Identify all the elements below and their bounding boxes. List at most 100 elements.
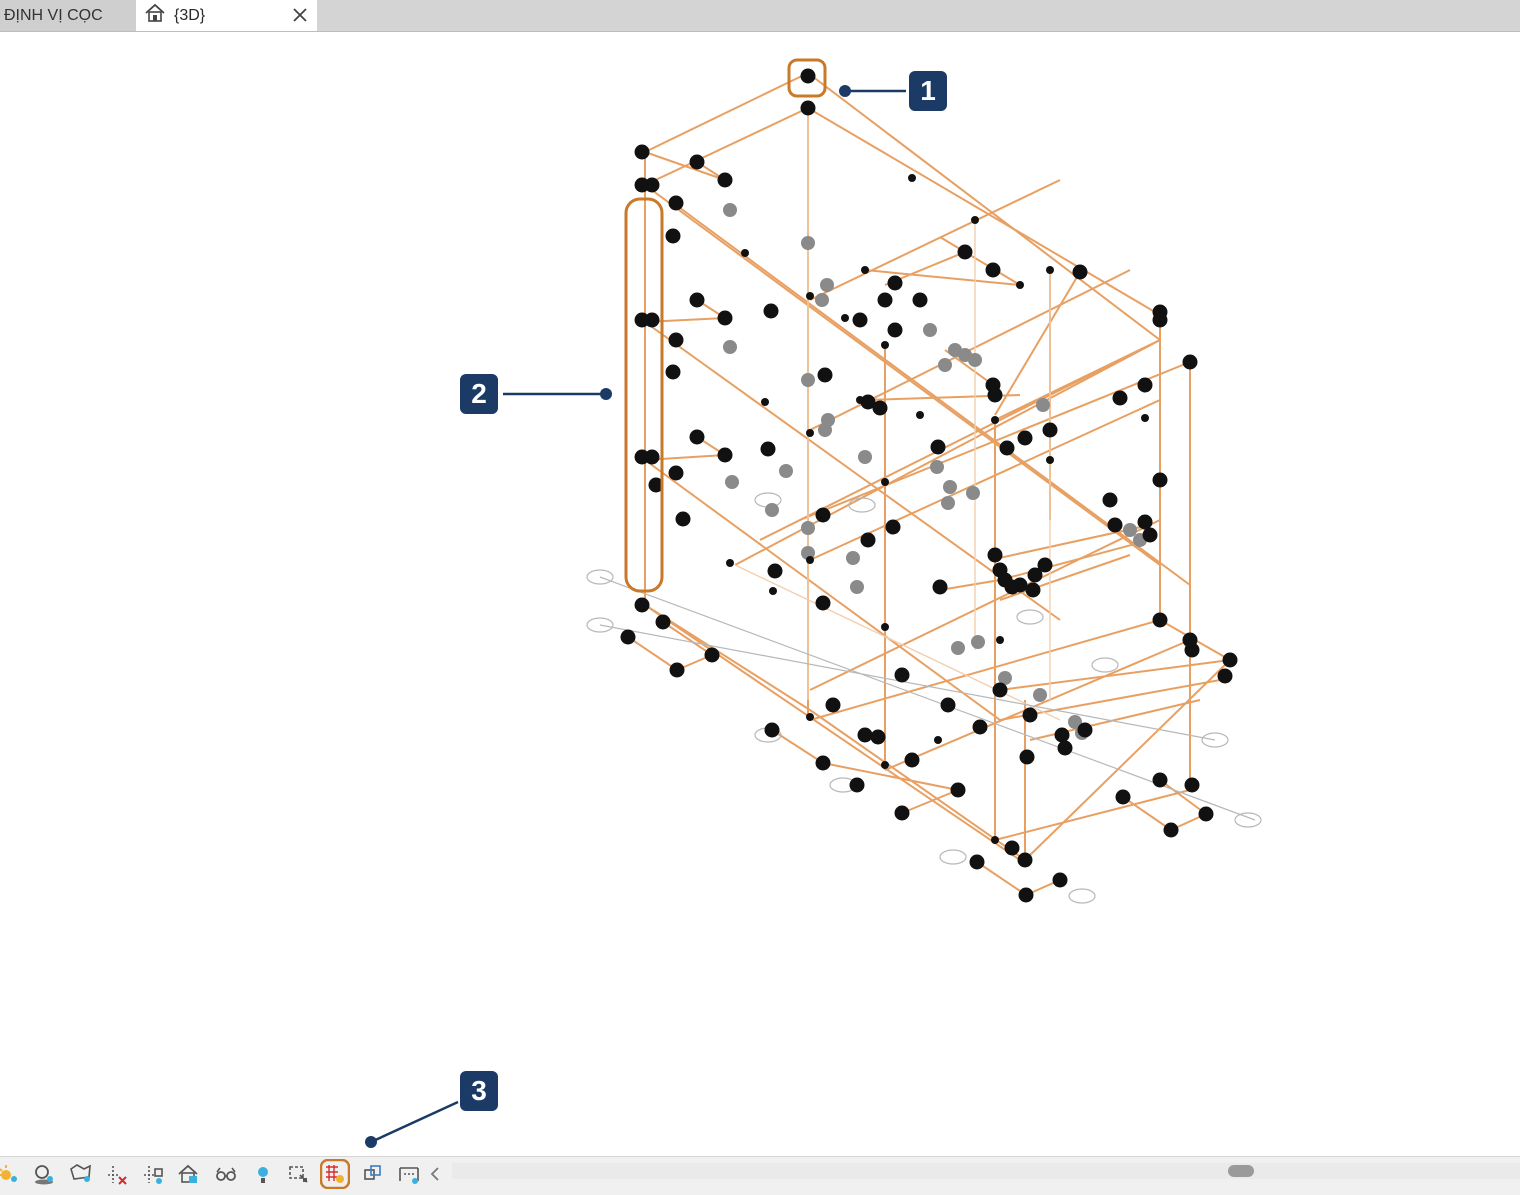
analytical-node — [1107, 517, 1123, 533]
analytical-node — [881, 761, 889, 769]
analytical-node — [938, 358, 952, 372]
grid-head-icon — [939, 849, 967, 865]
analytical-node — [1046, 266, 1054, 274]
analytical-node — [800, 100, 816, 116]
model-line — [627, 636, 678, 671]
analytical-node — [850, 580, 864, 594]
analytical-node — [1152, 772, 1168, 788]
3d-viewport[interactable]: 1 2 3 — [0, 31, 1520, 1156]
analytical-node — [885, 519, 901, 535]
model-line — [809, 619, 1161, 721]
analytical-node — [1019, 749, 1035, 765]
analytical-node — [1004, 840, 1020, 856]
grid-head-icon — [1234, 812, 1262, 828]
reveal-hidden-icon[interactable] — [138, 1159, 168, 1189]
analytical-node — [923, 323, 937, 337]
analytical-node — [801, 373, 815, 387]
analytical-node — [817, 367, 833, 383]
analytical-node — [1102, 492, 1118, 508]
tab-3d[interactable]: {3D} — [136, 0, 317, 31]
analytical-node — [1052, 872, 1068, 888]
reveal-constraints-icon[interactable] — [394, 1159, 424, 1189]
analytical-node — [985, 262, 1001, 278]
analytical-node — [1184, 777, 1200, 793]
shadows-icon[interactable] — [28, 1159, 58, 1189]
analytical-node — [763, 303, 779, 319]
analytical-node — [841, 314, 849, 322]
analytical-node — [916, 411, 924, 419]
close-icon[interactable] — [289, 4, 311, 26]
analytical-node — [934, 736, 942, 744]
analytical-node — [894, 805, 910, 821]
analytical-node — [806, 429, 814, 437]
highlight-displacement-icon[interactable] — [320, 1159, 350, 1189]
analytical-node — [932, 579, 948, 595]
horizontal-scrollbar[interactable] — [452, 1163, 1520, 1179]
analytical-node — [1182, 354, 1198, 370]
scrollbar-thumb[interactable] — [1228, 1165, 1254, 1177]
model-line — [994, 271, 1081, 416]
analytical-node — [1025, 582, 1041, 598]
analytical-node — [968, 353, 982, 367]
analytical-node — [999, 440, 1015, 456]
analytical-node — [801, 236, 815, 250]
analytical-node — [818, 423, 832, 437]
analytical-node — [849, 777, 865, 793]
tab-label: {3D} — [174, 6, 206, 24]
callout-2: 2 — [460, 374, 498, 414]
analytical-node — [717, 447, 733, 463]
analytical-node — [971, 635, 985, 649]
tab-dinh-vi-coc[interactable]: ĐỊNH VỊ CỌC — [0, 0, 136, 31]
analytical-node — [1046, 456, 1054, 464]
analytical-model-icon[interactable] — [284, 1159, 314, 1189]
view-tab-bar: ĐỊNH VỊ CỌC {3D} — [0, 0, 1520, 32]
analytical-node — [1217, 668, 1233, 684]
analytical-node — [675, 511, 691, 527]
view-glasses-icon[interactable] — [211, 1159, 241, 1189]
model-line — [884, 639, 1191, 771]
analytical-node — [987, 387, 1003, 403]
chevron-left-icon[interactable] — [424, 1159, 446, 1189]
analytical-node — [689, 429, 705, 445]
callout-1: 1 — [909, 71, 947, 111]
analytical-node — [940, 697, 956, 713]
view-control-bar — [0, 1156, 1520, 1195]
show-constraints-icon[interactable] — [358, 1159, 388, 1189]
analytical-model-wireframe — [365, 58, 1262, 1148]
model-line — [999, 659, 1231, 691]
analytical-node — [951, 641, 965, 655]
analytical-node — [966, 486, 980, 500]
house-3d-icon — [144, 3, 166, 28]
analytical-node — [779, 464, 793, 478]
analytical-node — [1152, 612, 1168, 628]
analytical-node — [725, 475, 739, 489]
light-bulb-icon[interactable] — [248, 1159, 278, 1189]
analytical-node — [987, 547, 1003, 563]
sun-path-icon[interactable] — [0, 1159, 24, 1189]
analytical-node — [1123, 523, 1137, 537]
analytical-node — [760, 441, 776, 457]
analytical-node — [912, 292, 928, 308]
analytical-node — [1057, 740, 1073, 756]
analytical-node — [950, 782, 966, 798]
crop-region-icon[interactable] — [66, 1159, 96, 1189]
temporary-hide-icon[interactable] — [102, 1159, 132, 1189]
analytical-node — [769, 587, 777, 595]
grid-head-icon — [848, 497, 876, 513]
analytical-node — [689, 292, 705, 308]
analytical-node — [930, 439, 946, 455]
analytical-node — [1142, 527, 1158, 543]
analytical-node — [668, 465, 684, 481]
analytical-node — [1141, 414, 1149, 422]
analytical-node — [741, 249, 749, 257]
grid-head-icon — [1016, 609, 1044, 625]
analytical-node — [1152, 472, 1168, 488]
analytical-node — [644, 177, 660, 193]
analytical-node — [1072, 264, 1088, 280]
analytical-node — [1018, 887, 1034, 903]
analytical-node — [1115, 789, 1131, 805]
model-line — [644, 604, 1021, 861]
home-view-icon[interactable] — [174, 1159, 204, 1189]
analytical-node — [644, 312, 660, 328]
analytical-node — [767, 563, 783, 579]
